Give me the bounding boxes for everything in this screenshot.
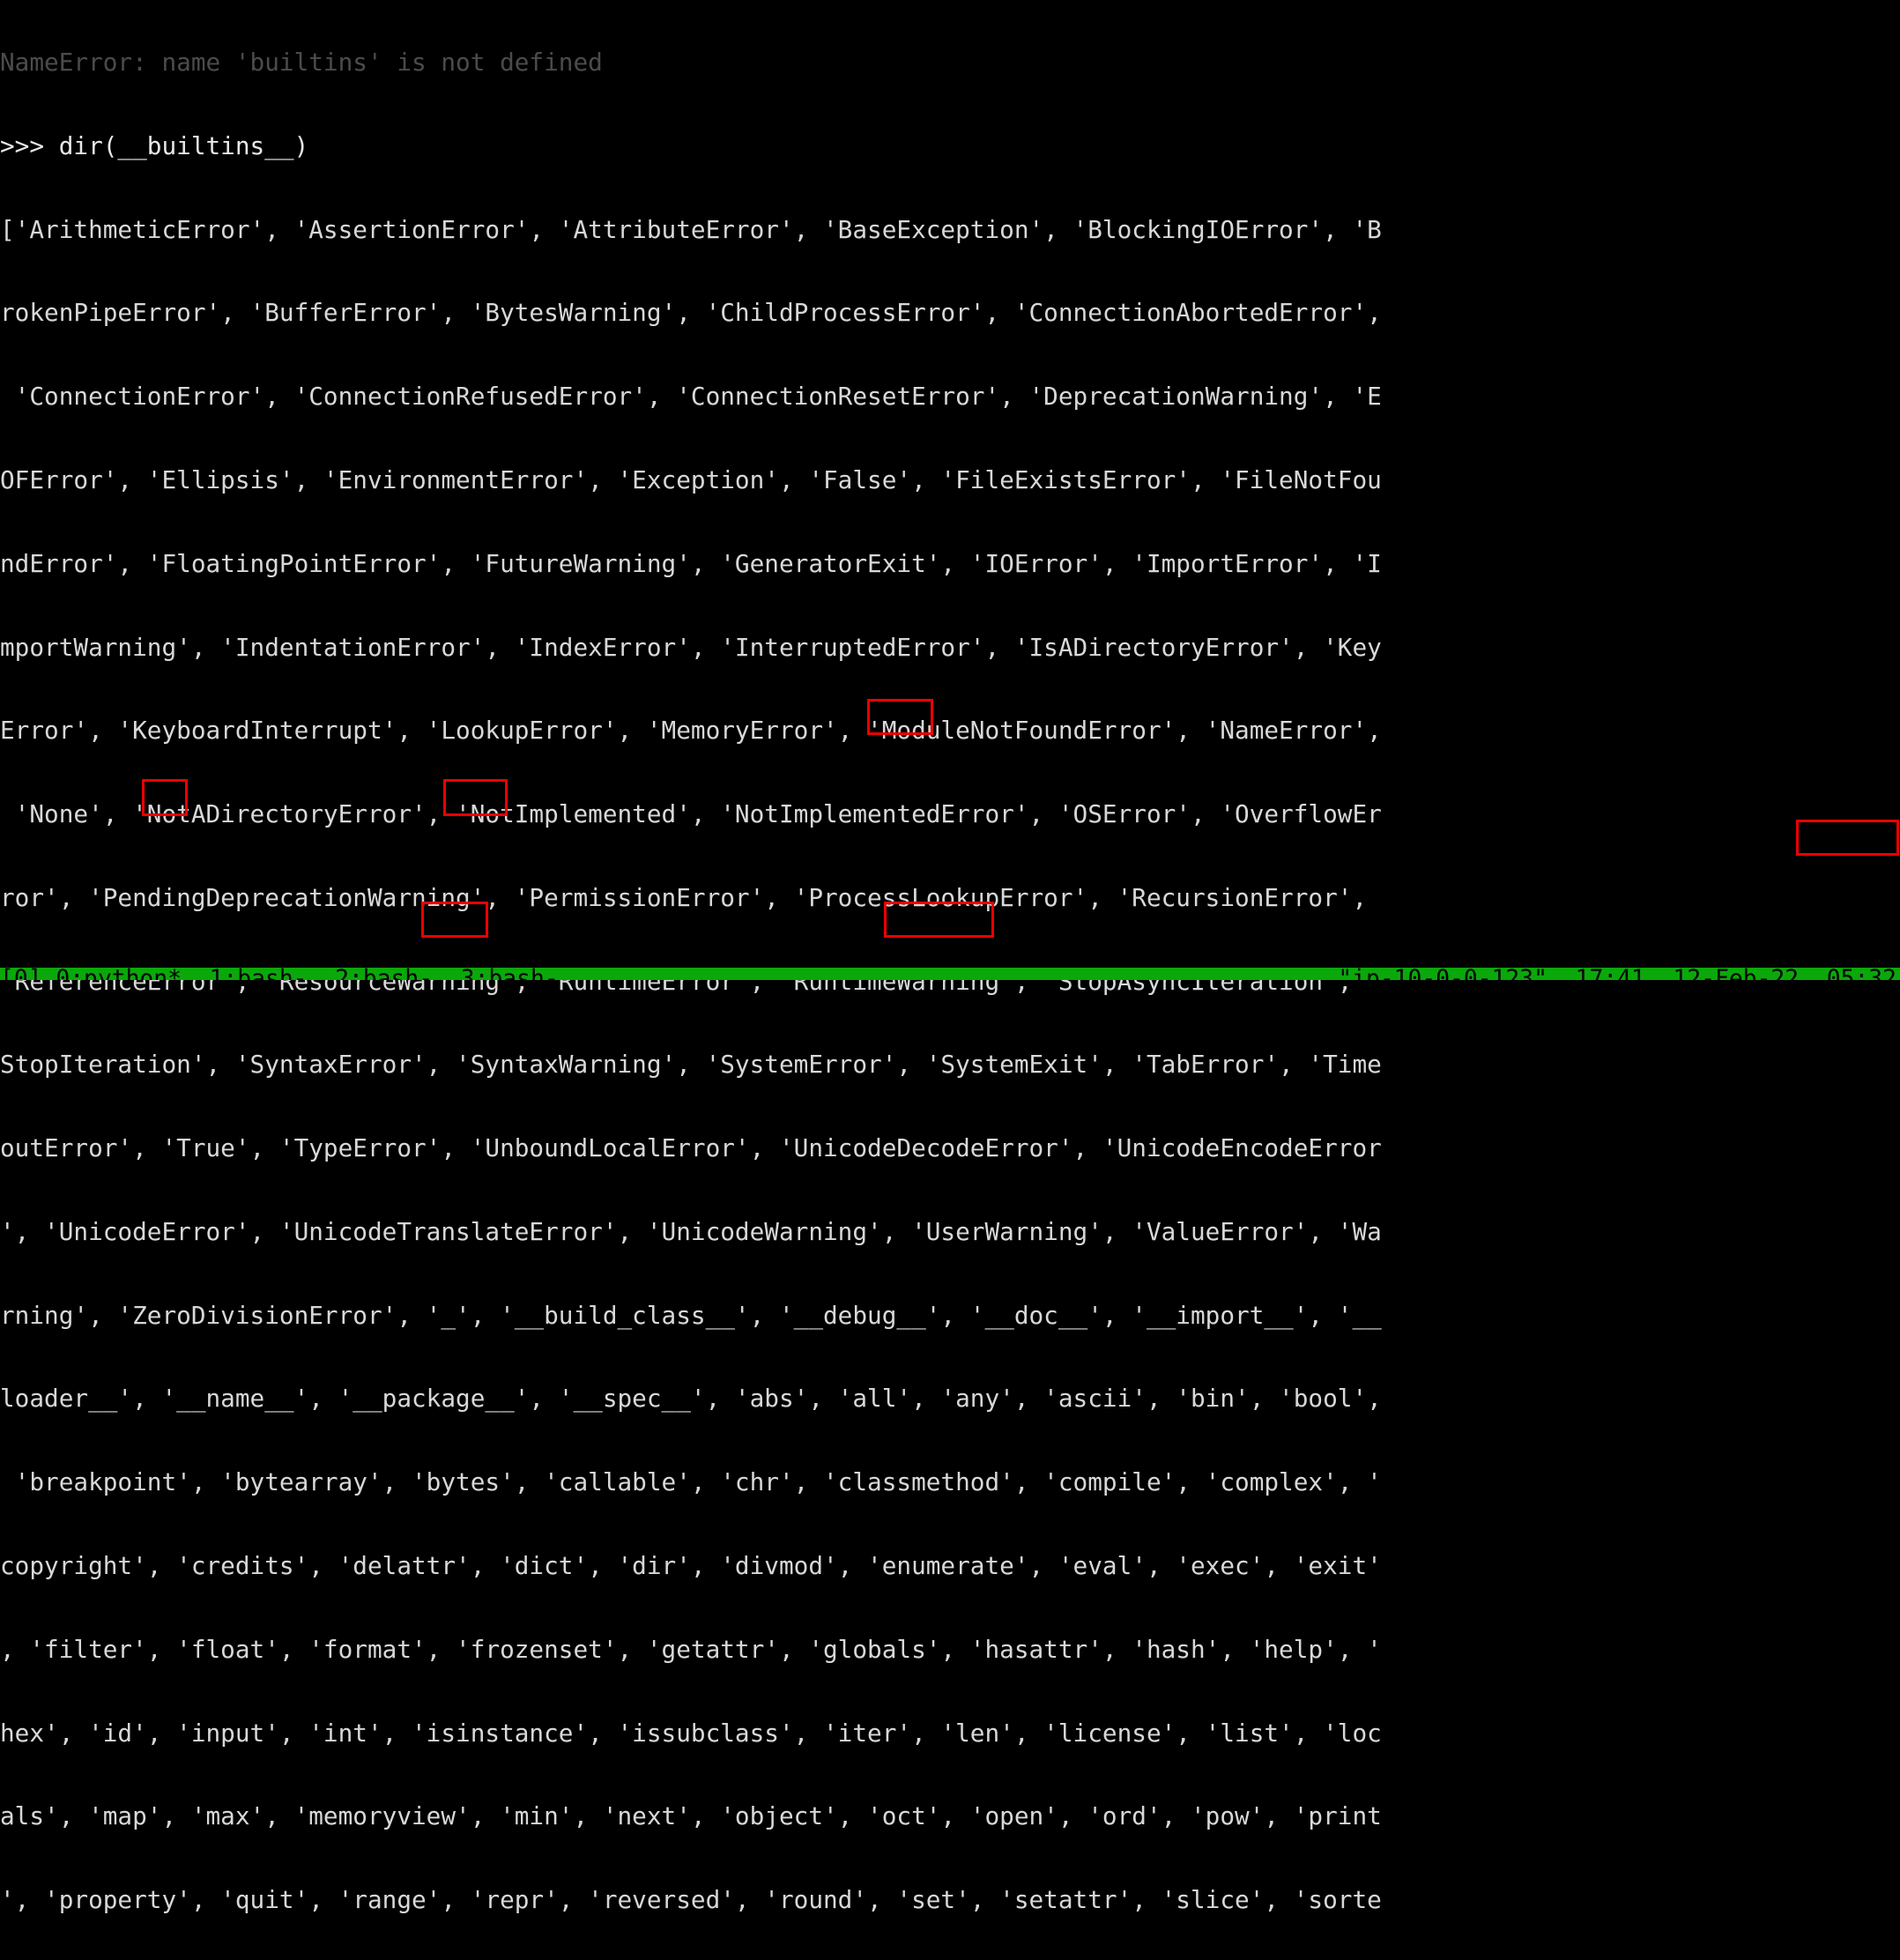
terminal-line: hex', 'id', 'input', 'int', 'isinstance'… — [0, 1718, 1382, 1748]
terminal-line: OFError', 'Ellipsis', 'EnvironmentError'… — [0, 465, 1382, 495]
terminal-line: als', 'map', 'max', 'memoryview', 'min',… — [0, 1801, 1382, 1831]
terminal-screen[interactable]: NameError: name 'builtins' is not define… — [0, 0, 1900, 1960]
terminal-line: ndError', 'FloatingPointError', 'FutureW… — [0, 548, 1382, 578]
terminal-line: rning', 'ZeroDivisionError', '_', '__bui… — [0, 1300, 1382, 1330]
terminal-line: ror', 'PendingDeprecationWarning', 'Perm… — [0, 882, 1368, 912]
terminal-line: ', 'property', 'quit', 'range', 'repr', … — [0, 1885, 1382, 1915]
terminal-line: NameError: name 'builtins' is not define… — [0, 48, 603, 78]
status-bar-windows: [0] 0:python* 1:bash- 2:bash- 3:bash- — [0, 968, 559, 980]
terminal-line: outError', 'True', 'TypeError', 'Unbound… — [0, 1133, 1382, 1163]
status-bar-host-clock: "ip-10-0-0-123" 17:41 12-Feb-22 05:32 — [1338, 968, 1896, 980]
terminal-line: , 'filter', 'float', 'format', 'frozense… — [0, 1634, 1382, 1664]
terminal-line: loader__', '__name__', '__package__', '_… — [0, 1384, 1382, 1414]
terminal-line: mportWarning', 'IndentationError', 'Inde… — [0, 632, 1382, 662]
terminal-line: ['ArithmeticError', 'AssertionError', 'A… — [0, 214, 1382, 244]
terminal-line: 'breakpoint', 'bytearray', 'bytes', 'cal… — [0, 1467, 1382, 1497]
terminal-line: StopIteration', 'SyntaxError', 'SyntaxWa… — [0, 1050, 1382, 1080]
terminal-line: ', 'UnicodeError', 'UnicodeTranslateErro… — [0, 1216, 1382, 1246]
terminal-line: 'None', 'NotADirectoryError', 'NotImplem… — [0, 799, 1382, 829]
screen-status-bar[interactable]: [0] 0:python* 1:bash- 2:bash- 3:bash- "i… — [0, 968, 1900, 980]
terminal-prompt-line: >>> dir(__builtins__) — [0, 130, 309, 160]
terminal-line: rokenPipeError', 'BufferError', 'BytesWa… — [0, 298, 1382, 328]
terminal-line: copyright', 'credits', 'delattr', 'dict'… — [0, 1550, 1382, 1580]
terminal-line: 'ConnectionError', 'ConnectionRefusedErr… — [0, 382, 1382, 412]
terminal-window[interactable]: NameError: name 'builtins' is not define… — [0, 0, 1900, 1913]
terminal-line: Error', 'KeyboardInterrupt', 'LookupErro… — [0, 716, 1382, 746]
